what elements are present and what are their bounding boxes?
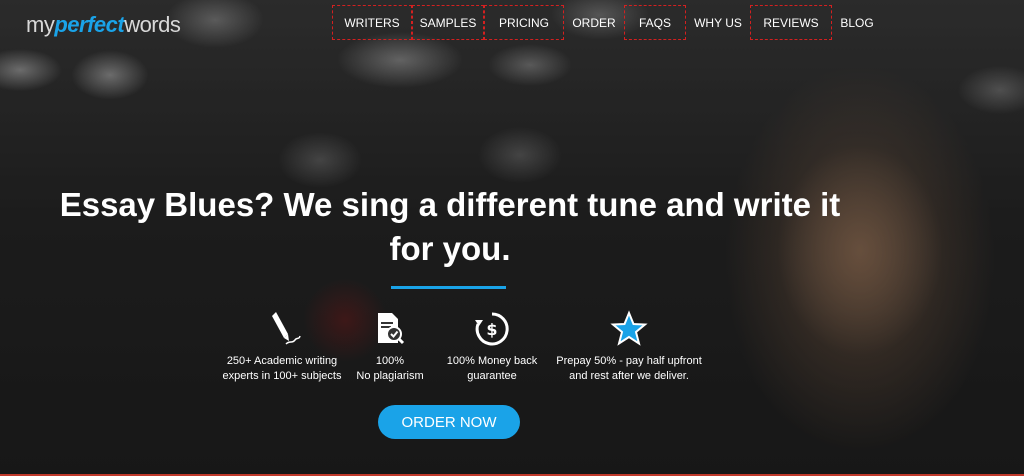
- feature-money-back-text: 100% Money back guarantee: [446, 355, 538, 382]
- svg-text:$: $: [486, 320, 497, 339]
- nav-faqs[interactable]: FAQS: [624, 5, 686, 40]
- nav-writers[interactable]: WRITERS: [332, 5, 412, 40]
- pen-icon: [272, 312, 301, 345]
- hero-headline-line1: Essay Blues? We sing a different tune an…: [59, 186, 841, 223]
- nav-blog[interactable]: BLOG: [832, 5, 882, 40]
- hero-headline: Essay Blues? We sing a different tune an…: [40, 183, 860, 271]
- main-nav: WRITERS SAMPLES PRICING ORDER FAQS WHY U…: [332, 5, 882, 40]
- feature-plagiarism-text: 100% No plagiarism: [356, 355, 424, 382]
- feature-writers: 250+ Academic writing experts in 100+ su…: [220, 310, 344, 384]
- logo-suffix: words: [124, 12, 181, 37]
- logo-accent: perfect: [54, 12, 125, 37]
- nav-order[interactable]: ORDER: [564, 5, 624, 40]
- star-icon: [610, 310, 648, 346]
- document-check-icon: [378, 313, 405, 345]
- logo-prefix: my: [26, 12, 55, 37]
- feature-money-back: $ 100% Money back guarantee: [440, 310, 544, 384]
- feature-prepay-text: Prepay 50% - pay half upfront and rest a…: [556, 355, 702, 382]
- site-logo[interactable]: myperfectwords: [26, 12, 181, 38]
- nav-pricing[interactable]: PRICING: [484, 5, 564, 40]
- hero-headline-line2: for you.: [389, 230, 511, 267]
- nav-why-us[interactable]: WHY US: [686, 5, 750, 40]
- money-back-icon: $: [475, 312, 509, 346]
- nav-reviews[interactable]: REVIEWS: [750, 5, 832, 40]
- feature-plagiarism: 100% No plagiarism: [350, 310, 430, 384]
- order-now-button[interactable]: ORDER NOW: [378, 405, 520, 439]
- feature-writers-text: 250+ Academic writing experts in 100+ su…: [222, 355, 342, 382]
- nav-samples[interactable]: SAMPLES: [412, 5, 484, 40]
- feature-prepay: Prepay 50% - pay half upfront and rest a…: [548, 310, 710, 384]
- headline-underline: [391, 286, 506, 289]
